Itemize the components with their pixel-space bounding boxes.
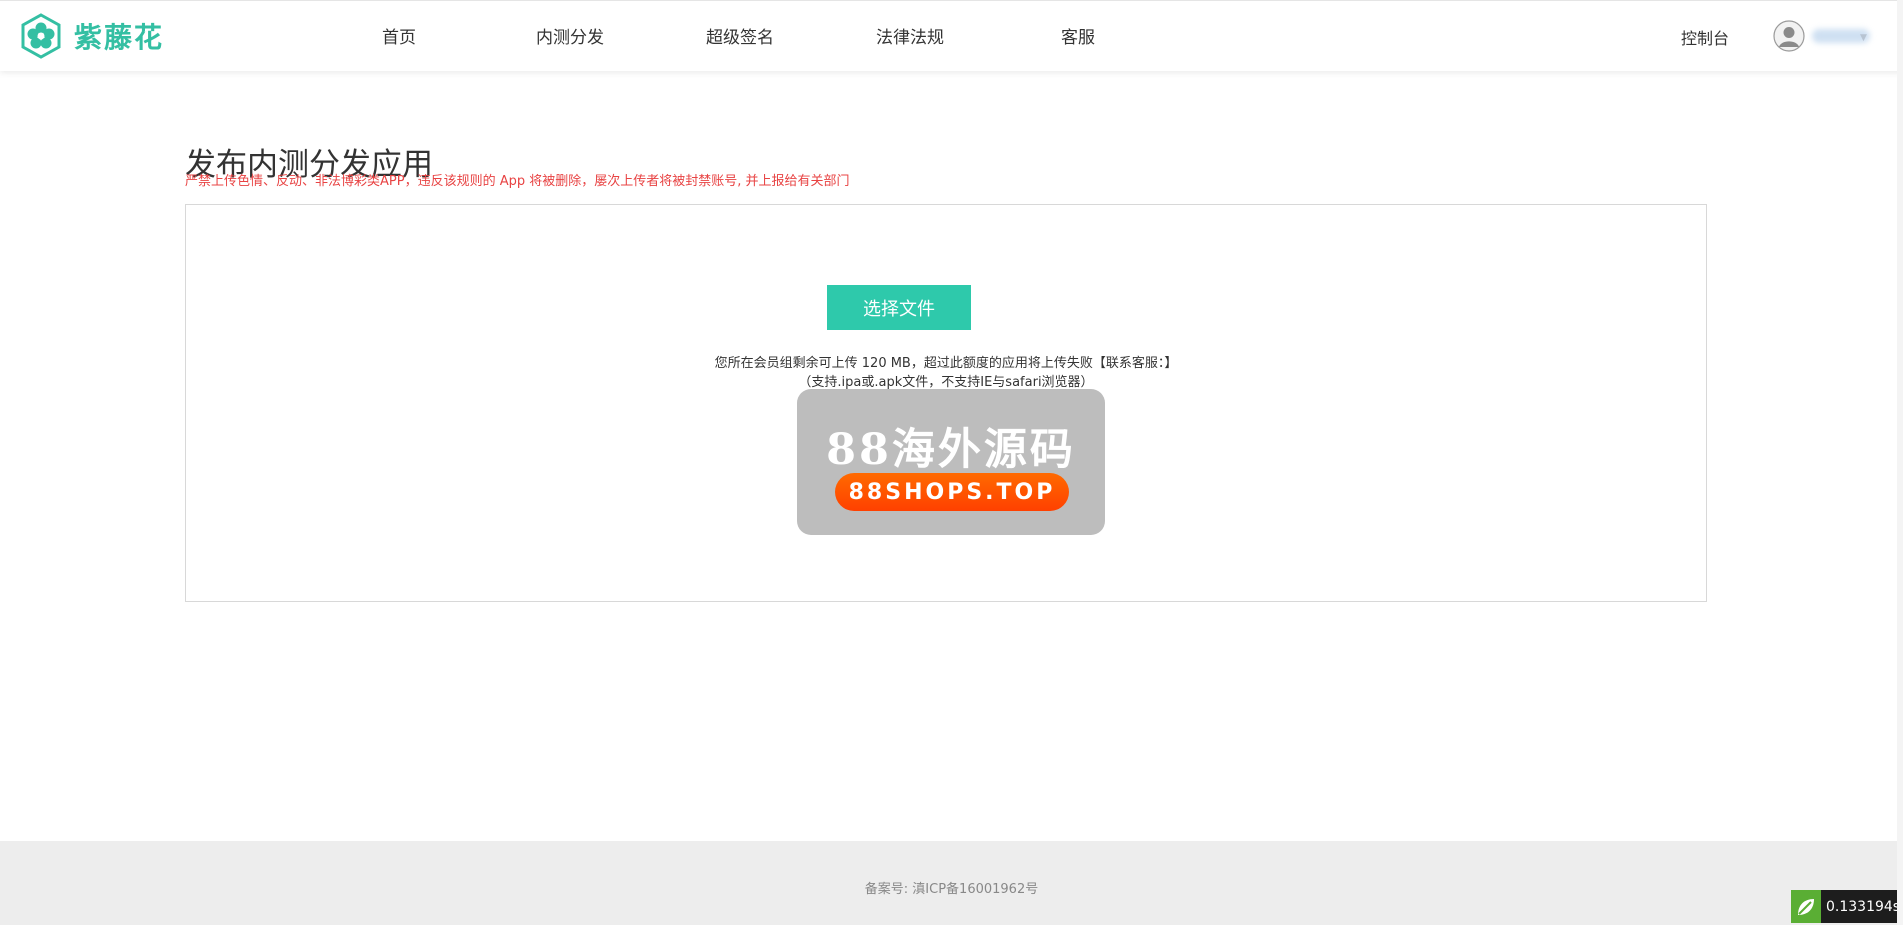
chevron-down-icon[interactable]: ▼ [1860,33,1867,43]
user-avatar-icon[interactable] [1773,20,1805,52]
top-navbar: 紫藤花 首页 内测分发 超级签名 法律法规 客服 控制台 ▼ [0,0,1903,71]
brand-logo[interactable]: 紫藤花 [18,11,164,61]
nav-item-laws[interactable]: 法律法规 [876,23,944,48]
upload-panel: 选择文件 您所在会员组剩余可上传 120 MB，超过此额度的应用将上传失败【联系… [185,204,1707,602]
watermark-title: 88海外源码 [826,425,1076,475]
nav-item-super-signature[interactable]: 超级签名 [706,23,774,48]
timer-value: 0.133194s [1821,890,1903,923]
watermark-url: 88SHOPS.TOP [835,473,1069,511]
console-link[interactable]: 控制台 [1681,25,1729,49]
choose-file-button[interactable]: 选择文件 [827,285,971,330]
upload-warning: 严禁上传色情、反动、非法博彩类APP，违反该规则的 App 将被删除，屡次上传者… [185,174,850,189]
watermark-overlay: 88海外源码 88SHOPS.TOP [797,389,1105,535]
nav-item-home[interactable]: 首页 [382,23,416,48]
brand-name: 紫藤花 [74,21,165,54]
flower-icon [21,13,61,59]
scrollbar[interactable] [1897,0,1903,925]
icp-record: 备案号: 滇ICP备16001962号 [864,882,1039,897]
footer: 备案号: 滇ICP备16001962号 [0,841,1903,925]
supported-formats-text: （支持.ipa或.apk文件，不支持IE与safari浏览器） [798,375,1094,390]
leaf-icon [1791,890,1821,923]
quota-text: 您所在会员组剩余可上传 120 MB，超过此额度的应用将上传失败【联系客服：】 [714,356,1178,371]
page-load-timer: 0.133194s [1791,890,1903,923]
nav-item-beta-distribution[interactable]: 内测分发 [536,23,604,48]
nav-item-customer-service[interactable]: 客服 [1061,23,1095,48]
